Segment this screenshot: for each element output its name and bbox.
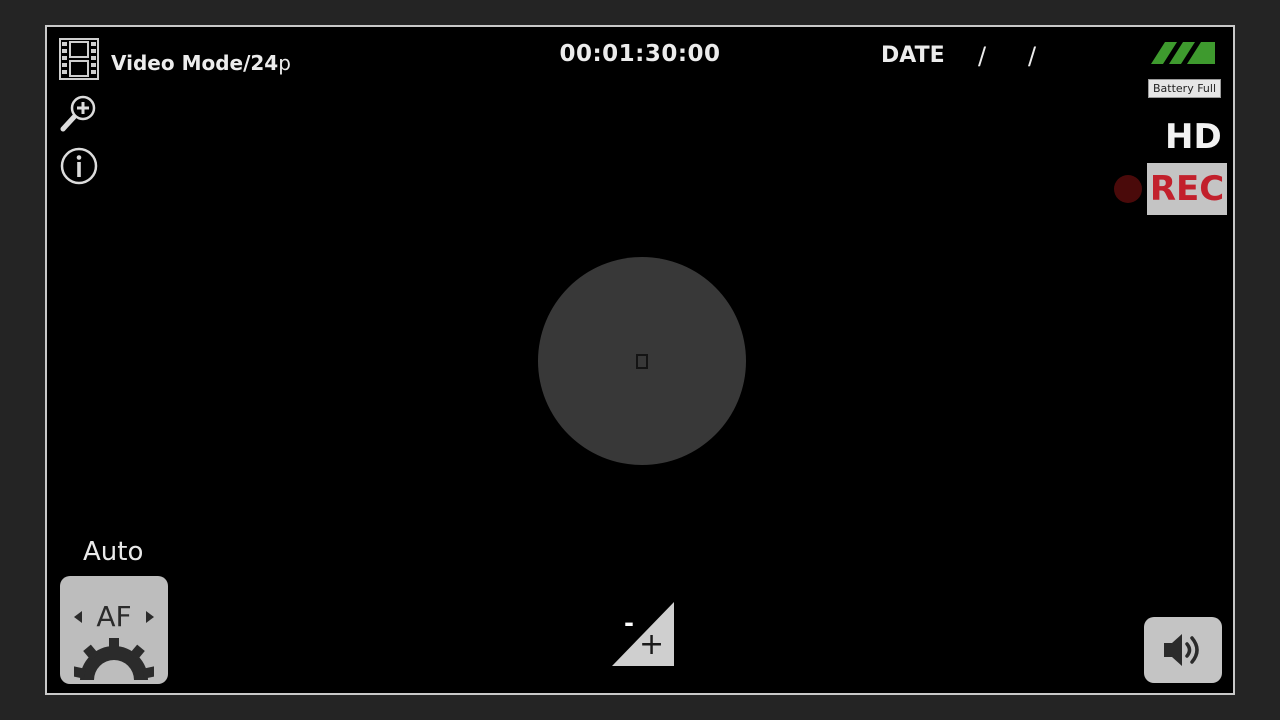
- volume-button[interactable]: [1144, 617, 1222, 683]
- zoom-in-icon[interactable]: [59, 93, 99, 133]
- autofocus-button[interactable]: AF: [60, 576, 168, 684]
- record-button[interactable]: REC: [1147, 163, 1227, 215]
- focus-mode-label: Auto: [83, 537, 144, 567]
- rec-indicator-dot: [1114, 175, 1142, 203]
- date-separator: /: [1028, 42, 1037, 70]
- battery-icon: [1149, 40, 1217, 66]
- timecode: 00:01:30:00: [559, 41, 721, 67]
- gear-icon: [74, 638, 154, 680]
- battery-status-label: Battery Full: [1148, 79, 1222, 98]
- viewfinder: Video Mode/24p 00:01:30:00 DATE / / Batt…: [45, 25, 1235, 695]
- date-separator: /: [978, 42, 987, 70]
- speaker-icon: [1164, 634, 1199, 666]
- focus-point-square: [636, 353, 648, 369]
- info-icon[interactable]: [59, 146, 99, 186]
- shutter-button[interactable]: [538, 257, 746, 465]
- arrow-right-icon: [146, 611, 154, 623]
- hd-quality-label: HD: [1165, 117, 1222, 157]
- date-label: DATE: [881, 43, 945, 68]
- exposure-plus-label: +: [639, 627, 665, 662]
- exposure-minus-label: -: [624, 609, 634, 637]
